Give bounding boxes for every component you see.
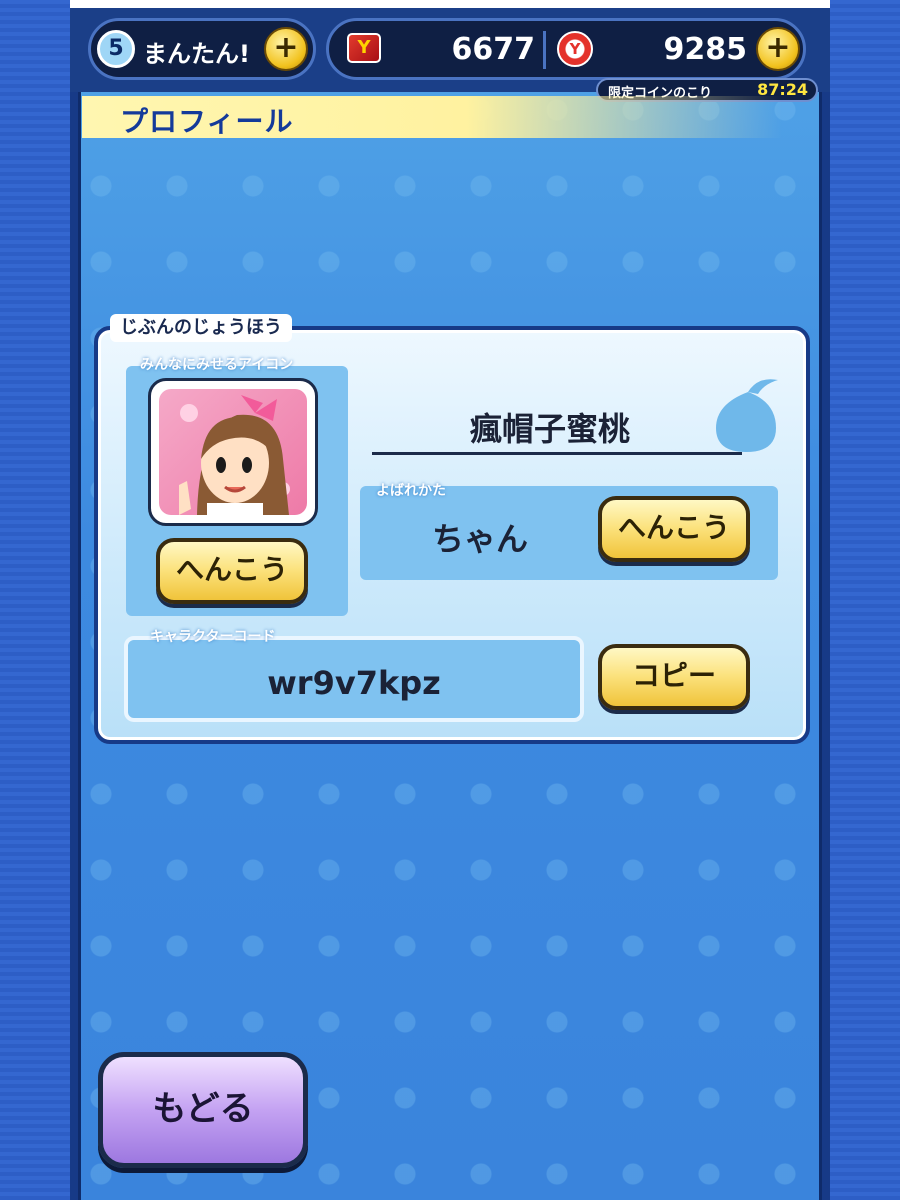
- watch-icon: [716, 379, 778, 452]
- avatar-image: [159, 389, 307, 515]
- coin2-value: 9285: [663, 32, 748, 67]
- avatar[interactable]: [148, 378, 318, 526]
- add-stamina-button[interactable]: +: [264, 27, 308, 71]
- coin1-value: 6677: [451, 32, 536, 67]
- currency-divider: [543, 31, 546, 69]
- change-call-name-button[interactable]: へんこう: [598, 496, 750, 562]
- y-coin-icon: Y: [557, 31, 593, 67]
- code-section-label: キャラクターコード: [150, 629, 276, 645]
- player-name: 瘋帽子蜜桃: [469, 410, 630, 448]
- difficulty-label: まんたん!: [143, 40, 250, 68]
- name-underline: [372, 452, 742, 455]
- right-side-pattern: [830, 0, 900, 1200]
- back-button[interactable]: もどる: [98, 1052, 308, 1168]
- copy-code-button[interactable]: コピー: [598, 644, 750, 710]
- page-title: プロフィール: [120, 105, 294, 138]
- currency-display: Y 6677 Y 9285: [326, 18, 806, 80]
- character-code-value: wr9v7kpz: [267, 664, 441, 702]
- y-ticket-icon: Y: [347, 33, 381, 63]
- call-name-value: ちゃん: [431, 520, 528, 558]
- left-side-pattern: [0, 0, 70, 1200]
- call-section-label: よばれかた: [376, 483, 446, 499]
- icon-section-label: みんなにみせるアイコン: [140, 357, 294, 373]
- girl-avatar-icon: [179, 395, 290, 515]
- panel-label: じぶんのじょうほう: [110, 314, 292, 342]
- change-icon-button[interactable]: へんこう: [156, 538, 308, 604]
- level-badge: 5: [97, 30, 135, 68]
- add-currency-button[interactable]: +: [756, 27, 800, 71]
